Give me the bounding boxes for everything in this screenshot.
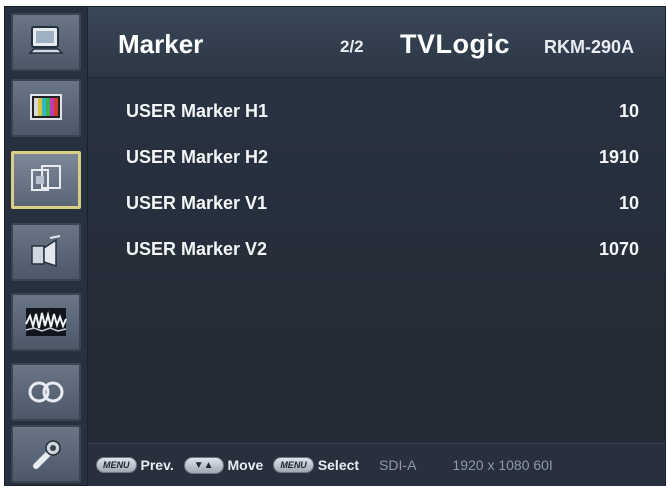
wrench-icon xyxy=(33,440,61,469)
osd-menu: Marker 2/2 TVLogic RKM-290A USER Marker … xyxy=(4,6,666,486)
sidebar-tab-system[interactable] xyxy=(11,425,81,483)
link-icon xyxy=(28,381,64,403)
arrow-keys-icon: ▼▲ xyxy=(183,456,224,474)
marker-frames-icon xyxy=(31,165,61,191)
move-hint: Move xyxy=(227,457,264,473)
color-bars-icon xyxy=(30,94,62,120)
select-hint: Select xyxy=(317,457,360,473)
waveform-icon xyxy=(25,308,67,336)
sidebar-tab-link[interactable] xyxy=(11,363,81,421)
menu-key-icon: MENU xyxy=(96,457,137,473)
setting-label: USER Marker H1 xyxy=(126,101,269,121)
menu-header: Marker 2/2 TVLogic RKM-290A xyxy=(88,7,665,78)
setting-label: USER Marker V1 xyxy=(126,193,268,213)
select-key-icon: MENU xyxy=(273,457,314,473)
setting-row-v2[interactable]: USER Marker V2 1070 xyxy=(88,229,665,275)
brand-logo: TVLogic xyxy=(400,29,510,59)
setting-row-h1[interactable]: USER Marker H1 10 xyxy=(88,91,665,137)
sidebar-tab-marker[interactable] xyxy=(11,151,81,209)
key-hint-bar: MENU Prev. ▼▲ Move MENU Select SDI-A 192… xyxy=(88,443,665,486)
audio-icon xyxy=(31,235,61,268)
monitor-icon xyxy=(28,26,64,54)
input-source: SDI-A xyxy=(379,457,417,473)
category-sidebar xyxy=(5,7,88,485)
setting-value[interactable]: 1070 xyxy=(599,239,639,260)
sidebar-tab-audio[interactable] xyxy=(11,223,81,281)
setting-value[interactable]: 10 xyxy=(619,101,639,122)
model-name: RKM-290A xyxy=(544,37,635,57)
page-title: Marker xyxy=(118,29,204,59)
page-indicator: 2/2 xyxy=(340,37,364,56)
setting-value[interactable]: 10 xyxy=(619,193,639,214)
prev-hint: Prev. xyxy=(140,457,174,473)
monitor-screen: Marker 2/2 TVLogic RKM-290A USER Marker … xyxy=(0,0,668,490)
sidebar-tab-display[interactable] xyxy=(11,13,81,71)
sidebar-tab-color[interactable] xyxy=(11,79,81,137)
setting-row-h2[interactable]: USER Marker H2 1910 xyxy=(88,137,665,183)
setting-value[interactable]: 1910 xyxy=(599,147,639,168)
setting-label: USER Marker H2 xyxy=(126,147,269,167)
sidebar-tab-waveform[interactable] xyxy=(11,293,81,351)
setting-label: USER Marker V2 xyxy=(126,239,268,259)
signal-format: 1920 x 1080 60I xyxy=(452,457,553,473)
setting-row-v1[interactable]: USER Marker V1 10 xyxy=(88,183,665,229)
